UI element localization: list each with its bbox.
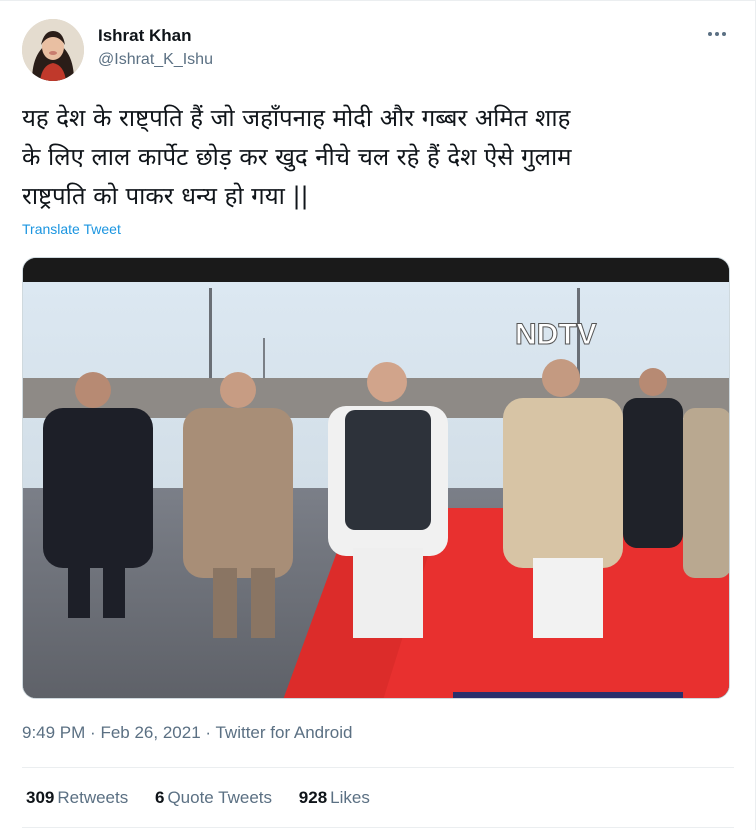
meta-separator: · (205, 723, 212, 742)
tweet-time[interactable]: 9:49 PM (22, 723, 85, 742)
tweet-text-line: राष्ट्रपति को पाकर धन्य हो गया || (22, 182, 309, 210)
likes-count: 928 (298, 788, 328, 807)
tweet-meta: 9:49 PM · Feb 26, 2021 · Twitter for And… (22, 723, 353, 743)
tweet-stats: 309 Retweets 6 Quote Tweets 928 Likes (26, 788, 392, 808)
display-name[interactable]: Ishrat Khan (98, 25, 213, 47)
tweet-text: यह देश के राष्ट्पति हैं जो जहाँपनाह मोदी… (22, 99, 734, 216)
avatar[interactable] (22, 19, 84, 81)
tweet-card: Ishrat Khan @Ishrat_K_Ishu यह देश के राष… (0, 0, 756, 830)
author-names: Ishrat Khan @Ishrat_K_Ishu (98, 25, 213, 71)
quote-tweets-stat[interactable]: 6 Quote Tweets (155, 788, 272, 808)
likes-stat[interactable]: 928 Likes (299, 788, 370, 808)
more-dots-icon[interactable] (704, 23, 730, 45)
ndtv-watermark: NDTV (515, 318, 597, 351)
retweets-label: Retweets (57, 788, 129, 807)
tweet-text-line: यह देश के राष्ट्पति हैं जो जहाँपनाह मोदी… (22, 104, 571, 132)
meta-separator: · (90, 723, 96, 742)
divider (22, 767, 734, 768)
tweet-text-line: के लिए लाल कार्पेट छोड़ कर खुद नीचे चल र… (22, 143, 572, 171)
translate-tweet-link[interactable]: Translate Tweet (22, 221, 121, 237)
quote-tweets-count: 6 (154, 788, 165, 807)
divider (22, 827, 734, 828)
tweet-header: Ishrat Khan @Ishrat_K_Ishu (22, 19, 734, 83)
retweets-count: 309 (26, 788, 55, 807)
tweet-date[interactable]: Feb 26, 2021 (100, 723, 200, 742)
tweet-source-link[interactable]: Twitter for Android (215, 723, 352, 742)
user-handle[interactable]: @Ishrat_K_Ishu (98, 49, 213, 71)
retweets-stat[interactable]: 309 Retweets (26, 788, 128, 808)
quote-tweets-label: Quote Tweets (167, 788, 273, 807)
tweet-media-image[interactable]: NDTV (22, 257, 730, 699)
likes-label: Likes (330, 788, 370, 807)
